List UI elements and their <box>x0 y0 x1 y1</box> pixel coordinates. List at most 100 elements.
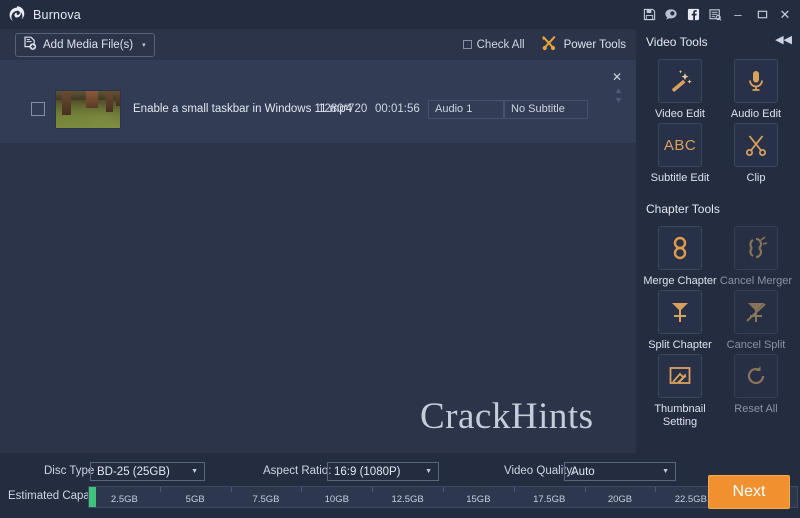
tool-subtitle-edit[interactable]: ABC Subtitle Edit <box>642 123 718 185</box>
file-duration: 00:01:56 <box>375 103 420 115</box>
check-all-control[interactable]: Check All <box>462 38 525 51</box>
broken-chain-icon <box>734 226 778 270</box>
remove-file-button[interactable]: ✕ <box>612 71 622 83</box>
aspect-ratio-value: 16:9 (1080P) <box>334 465 401 478</box>
abc-icon-text: ABC <box>663 136 697 154</box>
tool-reset-all[interactable]: Reset All <box>718 354 794 429</box>
tool-cancel-split[interactable]: Cancel Split <box>718 290 794 352</box>
tool-video-edit[interactable]: Video Edit <box>642 59 718 121</box>
register-icon[interactable] <box>704 0 726 29</box>
capacity-tick <box>655 487 657 492</box>
burnova-app-window: Burnova – ✕ Add Media File(s) ▾ Check Al… <box>0 0 800 518</box>
audio-track-select[interactable]: Audio 1 <box>428 99 504 119</box>
capacity-tick <box>230 487 232 492</box>
app-title: Burnova <box>33 7 81 22</box>
capacity-tick <box>443 487 444 492</box>
aspect-ratio-label: Aspect Ratio: <box>263 465 332 477</box>
tool-audio-edit[interactable]: Audio Edit <box>718 59 794 121</box>
capacity-tick-label: 17.5GB <box>533 494 566 505</box>
next-button[interactable]: Next <box>708 475 790 509</box>
tool-thumbnail-setting[interactable]: Thumbnail Setting <box>642 354 718 429</box>
chain-link-icon <box>658 226 702 270</box>
minimize-button[interactable]: – <box>726 0 750 29</box>
add-media-label: Add Media File(s) <box>43 38 134 51</box>
scissors-icon <box>734 123 778 167</box>
title-bar: Burnova – ✕ <box>0 0 800 29</box>
chevron-down-icon: ▼ <box>191 468 198 475</box>
split-icon <box>658 290 702 334</box>
chevron-down-icon[interactable]: ▾ <box>142 41 146 49</box>
list-scroll-arrows[interactable]: ▲ ▼ <box>614 86 623 105</box>
tool-label: Split Chapter <box>648 339 712 351</box>
capacity-tick-label: 7.5GB <box>252 494 280 505</box>
title-bar-icons: – ✕ <box>638 0 800 29</box>
capacity-tick-label: 15GB <box>466 494 491 505</box>
save-icon[interactable] <box>638 0 660 29</box>
capacity-tick-label: 20GB <box>607 494 633 505</box>
tool-cancel-merger[interactable]: Cancel Merger <box>718 226 794 288</box>
tools-side-panel: Video Tools ◀◀ Video Edit Audio Edit ABC… <box>636 29 800 453</box>
video-quality-select[interactable]: Auto ▼ <box>564 462 676 481</box>
video-tools-header: Video Tools ◀◀ <box>636 29 800 55</box>
subtitle-track-select[interactable]: No Subtitle <box>504 99 588 119</box>
video-thumbnail <box>55 89 121 129</box>
capacity-bar: 2.5GB 5GB 7.5GB 10GB 12.5GB 15GB 17.5GB 20GB 22.… <box>88 486 798 508</box>
tool-label: Subtitle Edit <box>650 172 710 184</box>
tool-merge-chapter[interactable]: Merge Chapter <box>642 226 718 288</box>
aspect-ratio-select[interactable]: 16:9 (1080P) ▼ <box>327 462 439 481</box>
tool-label: Clip <box>746 172 766 184</box>
scroll-up-icon[interactable]: ▲ <box>614 86 623 95</box>
collapse-panel-icon[interactable]: ◀◀ <box>775 35 792 46</box>
next-button-label: Next <box>732 483 766 500</box>
reset-arrow-icon <box>734 354 778 398</box>
add-media-button[interactable]: Add Media File(s) ▾ <box>15 32 155 57</box>
main-toolbar: Add Media File(s) ▾ Check All Power Tool… <box>0 29 636 60</box>
tool-label: Merge Chapter <box>643 275 717 287</box>
disc-type-value: BD-25 (25GB) <box>97 465 170 478</box>
add-file-icon <box>23 36 37 54</box>
tool-split-chapter[interactable]: Split Chapter <box>642 290 718 352</box>
check-all-checkbox[interactable] <box>462 40 472 49</box>
tool-label: Cancel Merger <box>719 275 793 287</box>
close-button[interactable]: ✕ <box>774 0 800 29</box>
power-tools-button[interactable]: Power Tools <box>541 35 626 54</box>
feedback-icon[interactable] <box>660 0 682 29</box>
tool-label: Video Edit <box>655 108 705 120</box>
chapter-tools-grid: Merge Chapter Cancel Merger Split Chapte… <box>636 222 800 429</box>
crossed-tools-icon <box>541 35 557 54</box>
row-checkbox[interactable] <box>31 102 45 116</box>
abc-icon: ABC <box>658 123 702 167</box>
tool-label: Audio Edit <box>730 108 782 120</box>
capacity-tick <box>301 487 303 492</box>
chapter-tools-header: Chapter Tools <box>636 196 800 222</box>
power-tools-label: Power Tools <box>563 38 626 51</box>
capacity-row: Estimated Capacity: 2.5GB 5GB 7.5GB 10GB 12.… <box>0 486 800 508</box>
file-resolution: 1280*720 <box>318 103 368 115</box>
table-row[interactable]: Enable a small taskbar in Windows 11.mp4… <box>0 88 636 130</box>
disc-type-label: Disc Type <box>44 465 95 477</box>
capacity-tick-label: 10GB <box>324 494 349 505</box>
capacity-ticks: 2.5GB 5GB 7.5GB 10GB 12.5GB 15GB 17.5GB 20GB 22.… <box>89 487 797 507</box>
maximize-button[interactable] <box>750 0 774 29</box>
capacity-tick-label: 5GB <box>185 494 205 505</box>
capacity-tick <box>513 487 515 492</box>
burnova-swirl-logo-icon <box>8 5 26 24</box>
magic-wand-icon <box>658 59 702 103</box>
chevron-down-icon: ▼ <box>425 468 432 475</box>
facebook-icon[interactable] <box>682 0 704 29</box>
video-tools-grid: Video Edit Audio Edit ABC Subtitle Edit … <box>636 55 800 185</box>
toolbar-right-group: Check All Power Tools <box>462 29 626 60</box>
bottom-settings-bar: Disc Type BD-25 (25GB) ▼ Aspect Ratio: 1… <box>0 453 800 518</box>
app-logo: Burnova <box>0 5 81 24</box>
capacity-tick-label: 22.5GB <box>674 494 707 505</box>
chevron-down-icon: ▼ <box>662 468 669 475</box>
tool-label: Reset All <box>734 403 778 415</box>
scroll-down-icon[interactable]: ▼ <box>614 96 623 105</box>
check-all-label: Check All <box>476 38 525 51</box>
tool-clip[interactable]: Clip <box>718 123 794 185</box>
disc-type-select[interactable]: BD-25 (25GB) ▼ <box>90 462 205 481</box>
video-quality-value: Auto <box>571 465 595 478</box>
chapter-tools-title: Chapter Tools <box>646 202 720 216</box>
tool-label: Thumbnail Setting <box>654 403 706 428</box>
capacity-tick <box>159 487 161 492</box>
